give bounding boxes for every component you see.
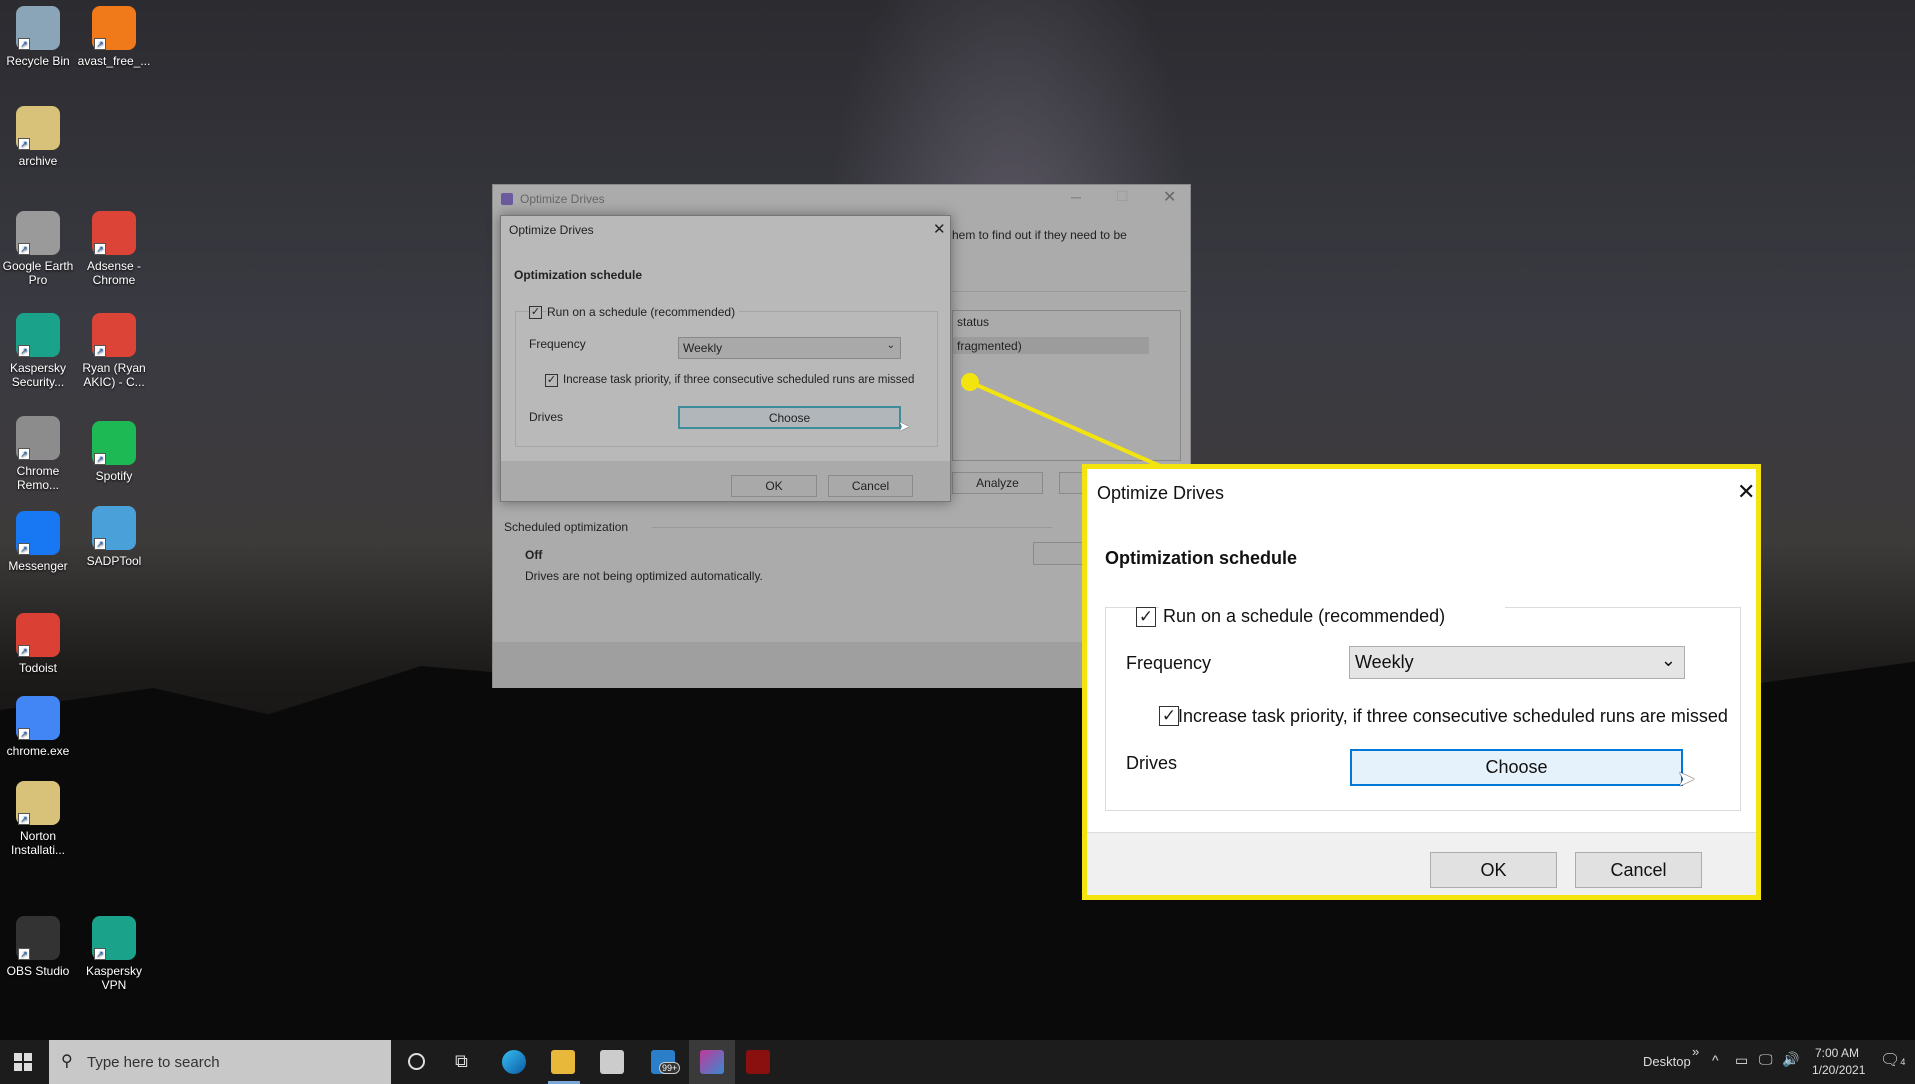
search-placeholder: Type here to search: [87, 1054, 220, 1071]
cancel-button[interactable]: Cancel: [1575, 852, 1702, 888]
frequency-select[interactable]: Weekly ⌄: [1349, 646, 1685, 679]
mouse-cursor-icon: ➤: [1677, 766, 1696, 791]
zoomed-dialog-callout: Optimize Drives ✕ Optimization schedule …: [1082, 464, 1761, 900]
task-view-icon[interactable]: ⧉: [455, 1051, 468, 1072]
desktop-toolbar-label[interactable]: Desktop: [1643, 1054, 1691, 1069]
notification-count: 4: [1900, 1057, 1906, 1067]
frequency-value: Weekly: [1355, 652, 1414, 672]
callout-line: [969, 380, 1161, 468]
notification-icon[interactable]: 🗨4: [1880, 1050, 1905, 1070]
show-hidden-icons[interactable]: ^: [1712, 1052, 1719, 1068]
toolbar-overflow[interactable]: »: [1692, 1044, 1699, 1059]
app-taskbar-icon[interactable]: [746, 1050, 770, 1074]
run-schedule-checkbox[interactable]: ✓: [1136, 607, 1156, 627]
ok-button[interactable]: OK: [1430, 852, 1557, 888]
search-box[interactable]: ⚲ Type here to search: [49, 1040, 391, 1084]
taskbar: ⚲ Type here to search ⧉ 99+ Desktop » ^ …: [0, 1040, 1915, 1084]
defrag-taskbar-icon[interactable]: [700, 1050, 724, 1074]
volume-icon[interactable]: 🔊: [1782, 1051, 1799, 1068]
priority-label: Increase task priority, if three consecu…: [1178, 706, 1728, 726]
time: 7:00 AM: [1814, 1046, 1860, 1060]
cortana-icon[interactable]: [408, 1053, 425, 1070]
frequency-label: Frequency: [1126, 653, 1212, 673]
network-icon[interactable]: 🖵: [1759, 1051, 1773, 1068]
store-icon[interactable]: [600, 1050, 624, 1074]
clock[interactable]: 7:00 AM 1/20/2021: [1812, 1045, 1866, 1079]
dialog-title: Optimize Drives: [1097, 483, 1225, 503]
dialog-close-button[interactable]: ✕: [1737, 479, 1755, 505]
drives-label: Drives: [1126, 753, 1178, 773]
run-schedule-label: Run on a schedule (recommended): [1159, 606, 1506, 627]
search-icon: ⚲: [61, 1053, 73, 1070]
section-heading: Optimization schedule: [1105, 548, 1298, 568]
mail-badge: 99+: [659, 1062, 681, 1074]
edge-icon[interactable]: [502, 1050, 526, 1074]
battery-icon[interactable]: ▭: [1735, 1052, 1748, 1069]
callout-dot: [961, 373, 979, 391]
choose-drives-button[interactable]: Choose: [1350, 749, 1683, 786]
date: 1/20/2021: [1812, 1063, 1866, 1077]
file-explorer-icon[interactable]: [551, 1050, 575, 1074]
start-button[interactable]: [14, 1053, 32, 1071]
priority-checkbox[interactable]: ✓: [1159, 706, 1179, 726]
mail-icon[interactable]: 99+: [651, 1050, 681, 1074]
chevron-down-icon: ⌄: [1660, 650, 1676, 670]
